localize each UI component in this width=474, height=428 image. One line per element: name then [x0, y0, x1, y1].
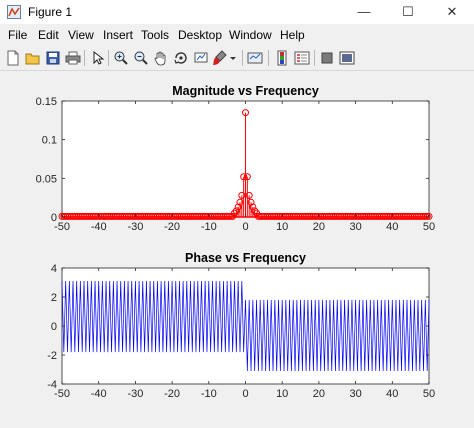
x-tick-label: -30	[127, 221, 143, 233]
close-button[interactable]: ✕	[430, 0, 474, 24]
menu-window[interactable]: Window	[229, 28, 272, 42]
x-tick-label: 20	[313, 388, 325, 400]
menu-help[interactable]: Help	[280, 28, 305, 42]
menu-insert[interactable]: Insert	[103, 28, 133, 42]
legend-icon[interactable]	[293, 49, 311, 67]
y-tick-label: 0.15	[36, 96, 57, 108]
menu-file[interactable]: File	[8, 28, 27, 42]
x-tick-label: -30	[127, 388, 143, 400]
y-tick-label: 4	[51, 263, 57, 275]
toolbar-separator	[84, 50, 85, 66]
magnitude-title: Magnitude vs Frequency	[172, 84, 319, 98]
x-tick-label: -20	[164, 388, 180, 400]
y-tick-label: 0	[51, 212, 57, 224]
x-tick-label: 10	[276, 388, 288, 400]
x-tick-label: 40	[386, 221, 398, 233]
maximize-button[interactable]: ☐	[386, 0, 430, 24]
x-tick-label: -10	[201, 388, 217, 400]
menu-tools[interactable]: Tools	[141, 28, 169, 42]
x-tick-label: -10	[201, 221, 217, 233]
menu-desktop[interactable]: Desktop	[178, 28, 222, 42]
open-file-icon[interactable]	[24, 49, 42, 67]
pointer-icon[interactable]	[88, 49, 106, 67]
x-tick-label: -40	[91, 388, 107, 400]
data-cursor-icon[interactable]	[192, 49, 210, 67]
matlab-figure-icon	[7, 5, 21, 19]
toolbar-separator	[108, 50, 109, 66]
x-tick-label: 0	[242, 388, 248, 400]
x-tick-label: 40	[386, 388, 398, 400]
x-tick-label: 50	[423, 388, 435, 400]
menu-view[interactable]: View	[68, 28, 94, 42]
show-plot-tools-icon[interactable]	[338, 49, 356, 67]
toolbar-separator	[242, 50, 243, 66]
x-tick-label: 30	[349, 388, 361, 400]
y-tick-label: 0	[51, 321, 57, 333]
brush-icon[interactable]	[210, 49, 228, 67]
figure-toolbar	[0, 46, 474, 71]
magnitude-axes[interactable]: Magnitude vs Frequency -50 -40 -30 -20 -10 0 1…	[36, 84, 436, 233]
x-tick-label: 30	[349, 221, 361, 233]
rotate-3d-icon[interactable]	[172, 49, 190, 67]
y-tick-label: 2	[51, 292, 57, 304]
zoom-in-icon[interactable]	[112, 49, 130, 67]
toolbar-separator	[268, 50, 269, 66]
figure-svg: Magnitude vs Frequency -50 -40 -30 -20 -10 0 1…	[36, 84, 436, 400]
new-figure-icon[interactable]	[4, 49, 22, 67]
x-tick-label: 10	[276, 221, 288, 233]
y-tick-label: -4	[47, 379, 57, 391]
x-tick-label: 20	[313, 221, 325, 233]
y-tick-label: 0.05	[36, 173, 57, 185]
zoom-out-icon[interactable]	[132, 49, 150, 67]
x-tick-label: 0	[242, 221, 248, 233]
link-plot-icon[interactable]	[246, 49, 264, 67]
x-tick-label: -20	[164, 221, 180, 233]
y-tick-label: 0.1	[42, 135, 57, 147]
toolbar-separator	[314, 50, 315, 66]
phase-title: Phase vs Frequency	[185, 251, 306, 265]
x-tick-label: -40	[91, 221, 107, 233]
window-title: Figure 1	[28, 5, 73, 19]
title-bar: Figure 1 — ☐ ✕	[0, 0, 474, 24]
save-icon[interactable]	[44, 49, 62, 67]
menu-edit[interactable]: Edit	[38, 28, 59, 42]
y-tick-label: -2	[47, 350, 57, 362]
dropdown-arrow-icon[interactable]	[228, 49, 238, 67]
colorbar-icon[interactable]	[273, 49, 291, 67]
phase-axes[interactable]: Phase vs Frequency -50 -40 -30 -20 -10 0 10 20 3…	[47, 251, 435, 400]
minimize-button[interactable]: —	[342, 0, 386, 24]
menu-bar: File Edit View Insert Tools Desktop Wind…	[0, 24, 474, 46]
print-icon[interactable]	[64, 49, 82, 67]
hide-plot-tools-icon[interactable]	[318, 49, 336, 67]
x-tick-label: 50	[423, 221, 435, 233]
pan-icon[interactable]	[152, 49, 170, 67]
figure-canvas: Magnitude vs Frequency -50 -40 -30 -20 -10 0 1…	[0, 71, 474, 423]
